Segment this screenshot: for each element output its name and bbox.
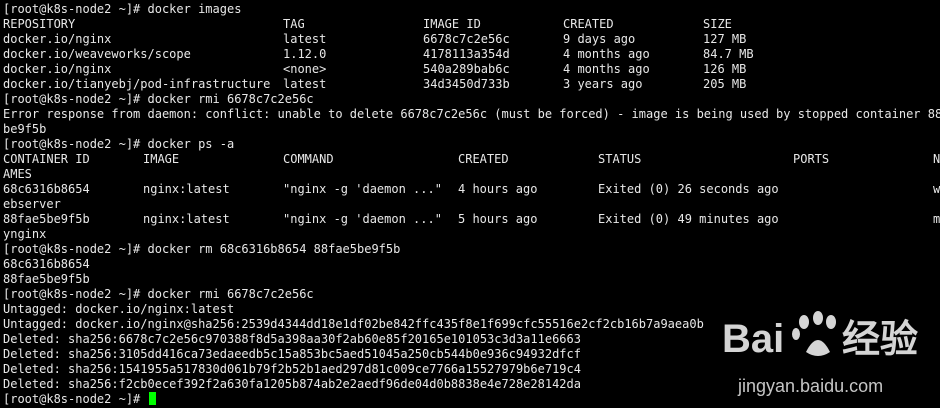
terminal-window[interactable]: [root@k8s-node2 ~]# docker images REPOSIT… <box>0 0 940 408</box>
terminal-cell: CONTAINER ID <box>3 152 90 166</box>
terminal-text: be9f5b <box>3 122 47 136</box>
terminal-cell: CREATED <box>563 17 614 31</box>
terminal-line: 68c6316b8654 <box>3 257 90 272</box>
terminal-text: Untagged: docker.io/nginx@sha256:2539d43… <box>3 317 704 331</box>
terminal-cell: CREATED <box>458 152 509 166</box>
terminal-text: 88fae5be9f5b <box>3 272 90 286</box>
terminal-line: Untagged: docker.io/nginx@sha256:2539d43… <box>3 317 704 332</box>
terminal-text: [root@k8s-node2 ~]# docker rm 68c6316b86… <box>3 242 401 256</box>
terminal-cell: TAG <box>283 17 305 31</box>
terminal-text: Deleted: sha256:6678c7c2e56c970388f8d5a3… <box>3 332 581 346</box>
terminal-cell: COMMAND <box>283 152 334 166</box>
terminal-cell: <none> <box>283 62 327 76</box>
terminal-cell: docker.io/tianyebj/pod-infrastructure <box>3 77 271 91</box>
terminal-cell: m <box>933 212 940 226</box>
terminal-cell: 4 hours ago <box>458 182 538 196</box>
terminal-text: [root@k8s-node2 ~]# docker ps -a <box>3 137 235 151</box>
terminal-cell: 4 months ago <box>563 47 650 61</box>
terminal-cell: "nginx -g 'daemon ..." <box>283 212 442 226</box>
terminal-cell: 127 MB <box>703 32 747 46</box>
terminal-cell: 34d3450d733b <box>423 77 510 91</box>
terminal-text: Untagged: docker.io/nginx:latest <box>3 302 235 316</box>
terminal-cell: Exited (0) 49 minutes ago <box>598 212 779 226</box>
terminal-text: [root@k8s-node2 ~]# docker images <box>3 2 242 16</box>
terminal-text: ynginx <box>3 227 47 241</box>
terminal-cell: 205 MB <box>703 77 747 91</box>
terminal-line: be9f5b <box>3 122 46 137</box>
terminal-cell: N <box>933 152 940 166</box>
terminal-cell: 540a289bab6c <box>423 62 510 76</box>
terminal-cell: 68c6316b8654 <box>3 182 90 196</box>
terminal-text: Deleted: sha256:3105dd416ca73edaeedb5c15… <box>3 347 581 361</box>
terminal-cell: 5 hours ago <box>458 212 538 226</box>
terminal-line: AMES <box>3 167 32 182</box>
terminal-line: Deleted: sha256:1541955a517830d061b79f2b… <box>3 362 581 377</box>
terminal-cell: 4178113a354d <box>423 47 510 61</box>
terminal-cell: 9 days ago <box>563 32 636 46</box>
terminal-text: Deleted: sha256:f2cb0ecef392f2a630fa1205… <box>3 377 581 391</box>
terminal-cell: REPOSITORY <box>3 17 76 31</box>
terminal-cell: 3 years ago <box>563 77 643 91</box>
terminal-text: ebserver <box>3 197 61 211</box>
terminal-line: Error response from daemon: conflict: un… <box>3 107 940 122</box>
terminal-text: Error response from daemon: conflict: un… <box>3 107 940 121</box>
terminal-cell: 4 months ago <box>563 62 650 76</box>
terminal-line: [root@k8s-node2 ~]# docker images <box>3 2 241 17</box>
terminal-line: 88fae5be9f5b <box>3 272 90 287</box>
terminal-cell: IMAGE <box>143 152 180 166</box>
terminal-line: Deleted: sha256:3105dd416ca73edaeedb5c15… <box>3 347 581 362</box>
terminal-line: Deleted: sha256:6678c7c2e56c970388f8d5a3… <box>3 332 581 347</box>
terminal-cell: nginx:latest <box>143 182 230 196</box>
terminal-cell: SIZE <box>703 17 732 31</box>
terminal-line: [root@k8s-node2 ~]# <box>3 392 156 407</box>
terminal-line: [root@k8s-node2 ~]# docker ps -a <box>3 137 234 152</box>
terminal-text: Deleted: sha256:1541955a517830d061b79f2b… <box>3 362 581 376</box>
terminal-line: [root@k8s-node2 ~]# docker rmi 6678c7c2e… <box>3 287 314 302</box>
terminal-line: Untagged: docker.io/nginx:latest <box>3 302 234 317</box>
terminal-cell: nginx:latest <box>143 212 230 226</box>
terminal-text: AMES <box>3 167 32 181</box>
terminal-line: [root@k8s-node2 ~]# docker rmi 6678c7c2e… <box>3 92 314 107</box>
terminal-text: 68c6316b8654 <box>3 257 90 271</box>
terminal-text: [root@k8s-node2 ~]# docker rmi 6678c7c2e… <box>3 92 314 106</box>
terminal-line: Deleted: sha256:f2cb0ecef392f2a630fa1205… <box>3 377 581 392</box>
terminal-cell: latest <box>283 77 327 91</box>
terminal-cell: docker.io/nginx <box>3 62 112 76</box>
terminal-line: ynginx <box>3 227 46 242</box>
terminal-cell: 84.7 MB <box>703 47 754 61</box>
terminal-cell: 1.12.0 <box>283 47 327 61</box>
terminal-text: [root@k8s-node2 ~]# docker rmi 6678c7c2e… <box>3 287 314 301</box>
terminal-cell: 6678c7c2e56c <box>423 32 510 46</box>
terminal-line: [root@k8s-node2 ~]# docker rm 68c6316b86… <box>3 242 400 257</box>
terminal-cell: PORTS <box>793 152 830 166</box>
terminal-cursor <box>148 392 156 405</box>
terminal-cell: latest <box>283 32 327 46</box>
terminal-cell: 126 MB <box>703 62 747 76</box>
terminal-cell: 88fae5be9f5b <box>3 212 90 226</box>
terminal-cell: IMAGE ID <box>423 17 481 31</box>
terminal-cell: docker.io/weaveworks/scope <box>3 47 191 61</box>
terminal-cell: "nginx -g 'daemon ..." <box>283 182 442 196</box>
terminal-cell: docker.io/nginx <box>3 32 112 46</box>
terminal-cell: w <box>933 182 940 196</box>
terminal-cell: STATUS <box>598 152 642 166</box>
shell-prompt: [root@k8s-node2 ~]# <box>3 392 148 406</box>
terminal-line: ebserver <box>3 197 61 212</box>
terminal-cell: Exited (0) 26 seconds ago <box>598 182 779 196</box>
